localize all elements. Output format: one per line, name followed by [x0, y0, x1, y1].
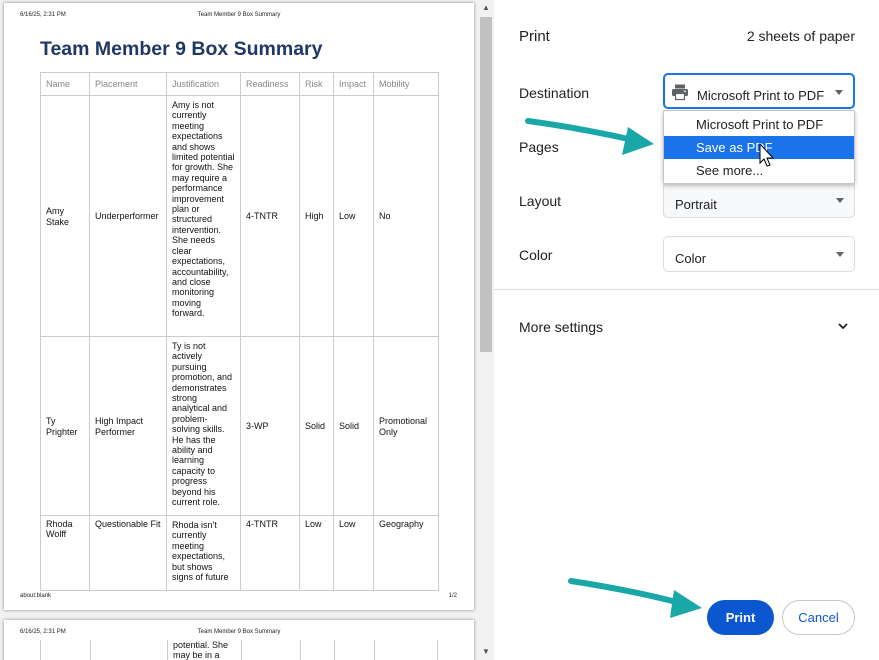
cell-placement: Questionable Fit — [89, 515, 167, 591]
print-preview-pane[interactable]: 6/16/25, 2:31 PM Team Member 9 Box Summa… — [0, 0, 494, 660]
destination-select[interactable]: Microsoft Print to PDF — [663, 73, 855, 109]
cell-justification: Rhoda isn't currently meeting expectatio… — [166, 515, 241, 591]
cell-mobility: Promotional Only — [373, 336, 439, 516]
page-footer-number: 1/2 — [448, 593, 457, 599]
color-label: Color — [519, 247, 553, 263]
section-divider — [494, 289, 879, 290]
cell-name: Ty Prighter — [40, 336, 90, 516]
table-continuation — [40, 640, 438, 660]
print-button[interactable]: Print — [707, 600, 774, 635]
more-settings-toggle[interactable]: More settings — [519, 319, 603, 335]
cell-justification-continued: potential. She may be in a — [173, 640, 229, 660]
cell-justification: Amy is not currently meeting expectation… — [166, 95, 241, 337]
printer-icon — [672, 84, 688, 101]
cell-impact: Low — [333, 95, 374, 337]
caret-down-icon — [835, 90, 843, 95]
column-header-justification: Justification — [166, 72, 241, 96]
cancel-button[interactable]: Cancel — [782, 600, 855, 635]
table-row: Amy Stake Underperformer Amy is not curr… — [40, 95, 439, 337]
cell-mobility: No — [373, 95, 439, 337]
page-footer-url: about:blank — [20, 593, 52, 599]
destination-dropdown: Microsoft Print to PDF Save as PDF See m… — [663, 110, 855, 184]
layout-label: Layout — [519, 193, 562, 209]
cell-mobility: Geography — [373, 515, 439, 591]
dropdown-option-microsoft-print-to-pdf[interactable]: Microsoft Print to PDF — [664, 113, 854, 136]
cell-impact: Solid — [333, 336, 374, 516]
table-row: Rhoda Wolff Questionable Fit Rhoda isn't… — [40, 515, 439, 591]
page-header-title: Team Member 9 Box Summary — [197, 629, 281, 635]
scroll-down-arrow-icon[interactable]: ▼ — [478, 644, 494, 660]
cell-impact: Low — [333, 515, 374, 591]
dropdown-option-save-as-pdf[interactable]: Save as PDF — [664, 136, 854, 159]
cell-placement: Underperformer — [89, 95, 167, 337]
print-settings-pane: Print 2 sheets of paper Destination Micr… — [494, 0, 879, 660]
color-value: Color — [675, 251, 707, 266]
cell-risk: Low — [299, 515, 334, 591]
preview-page-2: 6/16/25, 2:31 PM Team Member 9 Box Summa… — [4, 620, 474, 660]
layout-value: Portrait — [675, 197, 717, 212]
column-header-name: Name — [40, 72, 90, 96]
caret-down-icon — [836, 198, 844, 203]
chevron-down-icon[interactable] — [837, 320, 849, 332]
cell-name: Rhoda Wolff — [40, 515, 90, 591]
column-header-impact: Impact — [333, 72, 374, 96]
cell-risk: Solid — [299, 336, 334, 516]
cell-name: Amy Stake — [40, 95, 90, 337]
document-title: Team Member 9 Box Summary — [40, 38, 323, 60]
cell-justification: Ty is not actively pursuing promotion, a… — [166, 336, 241, 516]
cell-readiness: 4-TNTR — [240, 95, 300, 337]
caret-down-icon — [836, 252, 844, 257]
preview-page-1: 6/16/25, 2:31 PM Team Member 9 Box Summa… — [4, 3, 474, 610]
cell-readiness: 4-TNTR — [240, 515, 300, 591]
scrollbar-thumb[interactable] — [480, 17, 492, 352]
table-row: Ty Prighter High Impact Performer Ty is … — [40, 336, 439, 516]
summary-table: Name Placement Justification Readiness R… — [40, 72, 439, 591]
print-dialog: 6/16/25, 2:31 PM Team Member 9 Box Summa… — [0, 0, 879, 660]
column-header-risk: Risk — [299, 72, 334, 96]
pages-label: Pages — [519, 139, 559, 155]
layout-select[interactable]: Portrait — [663, 182, 855, 218]
page-header-title: Team Member 9 Box Summary — [197, 12, 281, 18]
column-header-placement: Placement — [89, 72, 167, 96]
cell-placement: High Impact Performer — [89, 336, 167, 516]
scroll-up-arrow-icon[interactable]: ▲ — [478, 0, 494, 16]
column-header-readiness: Readiness — [240, 72, 300, 96]
cell-readiness: 3-WP — [240, 336, 300, 516]
destination-label: Destination — [519, 85, 590, 101]
dialog-title: Print — [519, 28, 550, 45]
cell-risk: High — [299, 95, 334, 337]
table-header-row: Name Placement Justification Readiness R… — [40, 72, 439, 96]
color-select[interactable]: Color — [663, 236, 855, 272]
sheet-count: 2 sheets of paper — [746, 28, 855, 44]
column-header-mobility: Mobility — [373, 72, 439, 96]
preview-scrollbar[interactable]: ▲ ▼ — [478, 0, 494, 660]
dropdown-option-see-more[interactable]: See more... — [664, 159, 854, 182]
destination-value: Microsoft Print to PDF — [697, 88, 825, 103]
